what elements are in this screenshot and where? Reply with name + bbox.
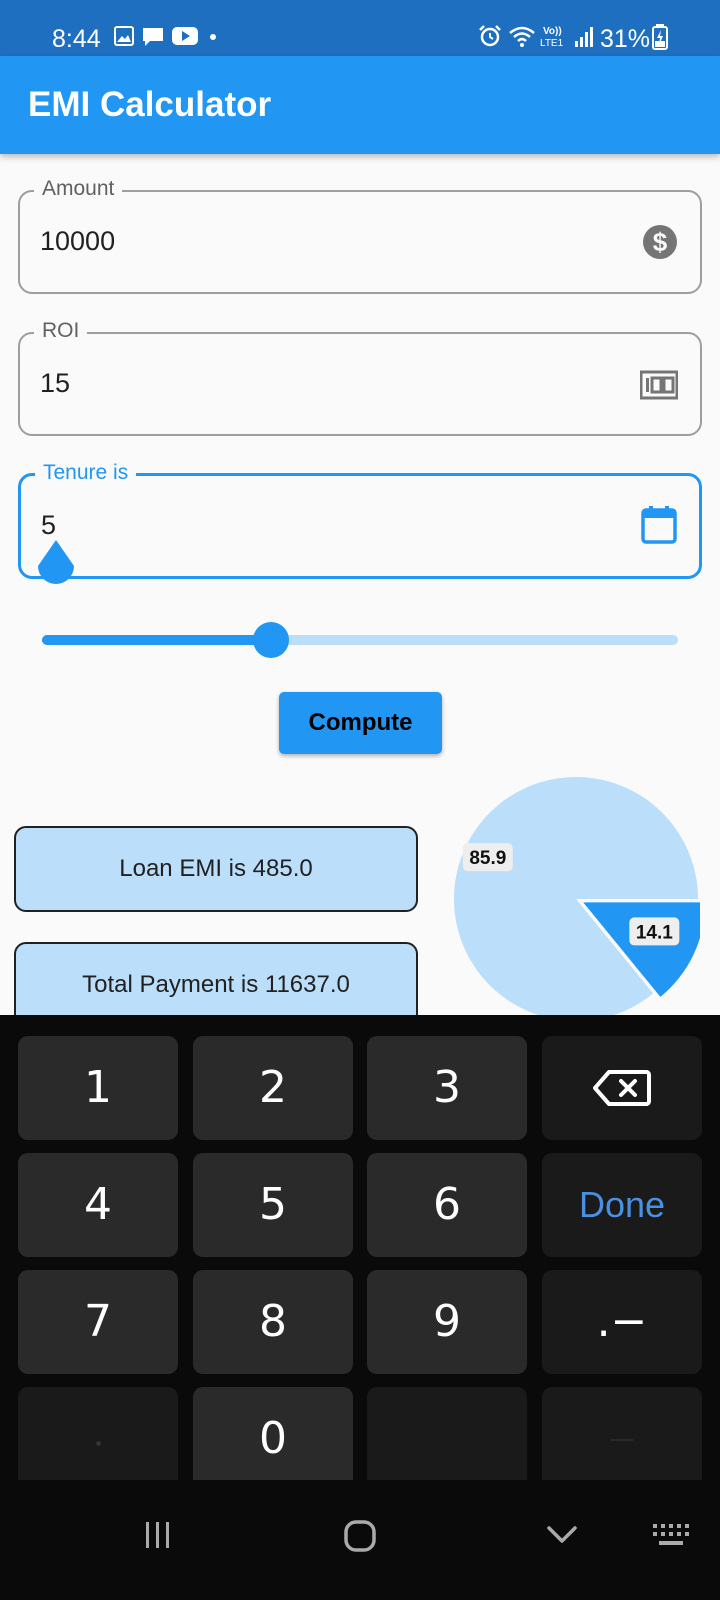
key-8[interactable]: 8 <box>193 1270 353 1374</box>
tenure-value: 5 <box>41 510 57 540</box>
amount-field[interactable]: Amount 10000 $ <box>18 176 702 294</box>
roi-value: 15 <box>40 368 71 398</box>
text-cursor-handle[interactable] <box>36 540 76 588</box>
key-0[interactable]: 0 <box>193 1387 353 1491</box>
status-time: 8:44 <box>52 25 101 53</box>
app-title: EMI Calculator <box>28 85 272 124</box>
pie-label-14.1: 14.1 <box>636 922 673 943</box>
blank-key-right <box>542 1387 702 1491</box>
percent-100-icon <box>640 370 678 400</box>
gallery-icon <box>114 26 134 46</box>
svg-text:LTE1: LTE1 <box>540 38 564 49</box>
notification-dot-icon <box>210 34 216 40</box>
key-6[interactable]: 6 <box>367 1153 527 1257</box>
youtube-icon <box>172 27 198 45</box>
dot-minus-key[interactable]: .− <box>542 1270 702 1374</box>
home-icon[interactable] <box>344 1520 376 1552</box>
key-2[interactable]: 2 <box>193 1036 353 1140</box>
recent-apps-icon[interactable] <box>144 1520 172 1550</box>
signal-icon <box>575 27 593 47</box>
slider-active-track <box>42 635 271 645</box>
calendar-icon <box>641 506 677 544</box>
blank-key-middle <box>367 1387 527 1491</box>
loan-emi-result: Loan EMI is 485.0 <box>14 826 418 912</box>
message-icon <box>143 28 163 46</box>
keyboard-switch-icon[interactable] <box>652 1522 690 1550</box>
key-5[interactable]: 5 <box>193 1153 353 1257</box>
roi-field[interactable]: ROI 15 <box>18 318 702 436</box>
tenure-field[interactable]: Tenure is 5 <box>18 460 702 579</box>
battery-percent: 31% <box>600 25 651 53</box>
key-1[interactable]: 1 <box>18 1036 178 1140</box>
backspace-icon <box>593 1070 651 1106</box>
wifi-icon <box>509 26 535 47</box>
battery-charging-icon <box>652 24 668 50</box>
amount-value: 10000 <box>40 226 116 256</box>
alarm-icon <box>479 25 501 47</box>
backspace-key[interactable] <box>542 1036 702 1140</box>
roi-label: ROI <box>34 318 88 344</box>
app-bar: EMI Calculator <box>0 56 720 154</box>
key-7[interactable]: 7 <box>18 1270 178 1374</box>
hide-keyboard-icon[interactable] <box>546 1524 578 1546</box>
emi-pie-chart: 85.9 14.1 <box>454 776 700 1021</box>
blank-key-left <box>18 1387 178 1491</box>
done-key[interactable]: Done <box>542 1153 702 1257</box>
tenure-label: Tenure is <box>35 460 137 486</box>
key-4[interactable]: 4 <box>18 1153 178 1257</box>
key-3[interactable]: 3 <box>367 1036 527 1140</box>
key-9[interactable]: 9 <box>367 1270 527 1374</box>
pie-label-85.9: 85.9 <box>469 848 506 869</box>
navigation-bar <box>0 1480 720 1600</box>
compute-button[interactable]: Compute <box>279 692 442 754</box>
svg-text:$: $ <box>653 227 668 257</box>
slider-thumb[interactable] <box>252 622 289 658</box>
amount-label: Amount <box>34 176 123 202</box>
status-bar: 8:44 Vo)) LTE1 31% <box>0 0 720 56</box>
svg-text:Vo)): Vo)) <box>543 26 562 37</box>
dollar-icon: $ <box>643 225 677 259</box>
volte-lte-icon: Vo)) LTE1 <box>540 26 564 49</box>
